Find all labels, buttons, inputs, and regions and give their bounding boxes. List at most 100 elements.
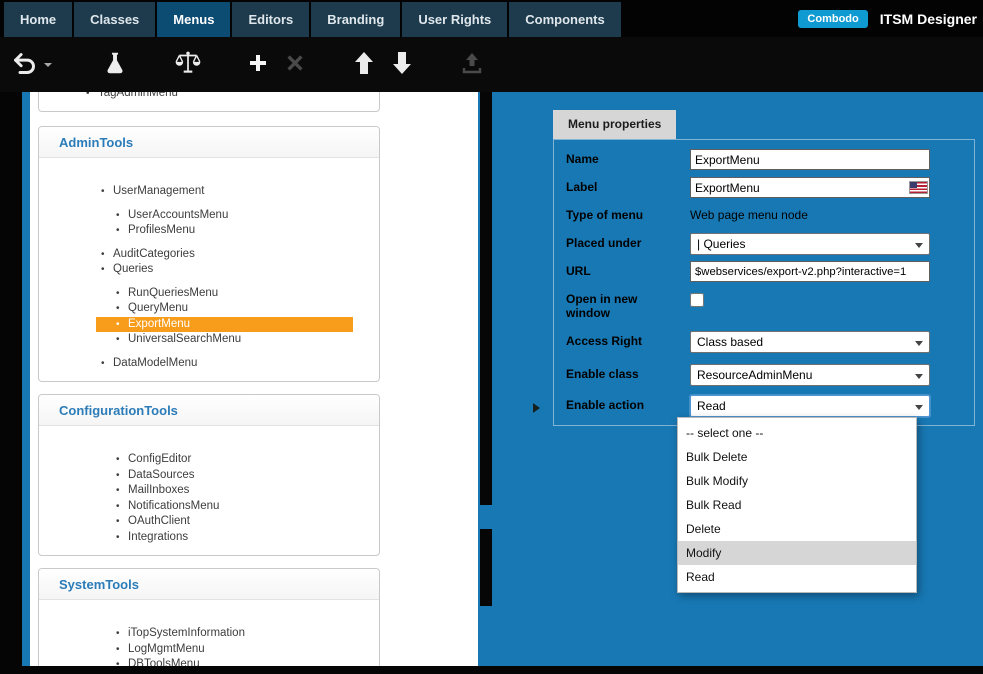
access-right-select[interactable]: Class based: [690, 331, 930, 353]
bullet-icon: •: [116, 530, 128, 546]
tab-editors[interactable]: Editors: [232, 2, 309, 37]
move-down-button[interactable]: [387, 42, 417, 88]
flask-icon: [102, 50, 128, 79]
placed-under-select[interactable]: | Queries: [690, 233, 930, 255]
bullet-icon: •: [116, 452, 128, 468]
tree-item-oauthclient[interactable]: •OAuthClient: [39, 514, 379, 530]
name-input[interactable]: [690, 149, 930, 170]
top-navbar: Home Classes Menus Editors Branding User…: [0, 0, 983, 37]
dropdown-option-bulk-read[interactable]: Bulk Read: [678, 493, 916, 517]
tree-section-partial: • TagAdminMenu: [38, 92, 380, 112]
add-icon: [246, 51, 270, 78]
tab-home[interactable]: Home: [4, 2, 72, 37]
enable-class-select[interactable]: ResourceAdminMenu: [690, 364, 930, 386]
dropdown-option-select-one[interactable]: -- select one --: [678, 421, 916, 445]
tree-item-logmgmtmenu[interactable]: •LogMgmtMenu: [39, 642, 379, 658]
tree-item-configeditor[interactable]: •ConfigEditor: [39, 452, 379, 468]
delete-icon: [284, 52, 306, 77]
scales-icon: [174, 50, 202, 79]
publish-button: [457, 42, 487, 88]
left-edge-strip: [0, 92, 22, 666]
tab-classes[interactable]: Classes: [74, 2, 155, 37]
tree-item-notificationsmenu[interactable]: •NotificationsMenu: [39, 499, 379, 515]
tree-item-usermanagement[interactable]: •UserManagement: [39, 184, 379, 200]
tree-item-auditcategories[interactable]: •AuditCategories: [39, 247, 379, 263]
tree-item-universalsearchmenu[interactable]: •UniversalSearchMenu: [39, 332, 379, 348]
tree-item-runqueriesmenu[interactable]: •RunQueriesMenu: [39, 286, 379, 302]
select-value: ResourceAdminMenu: [697, 368, 812, 382]
chevron-down-icon: [915, 341, 923, 346]
bullet-icon: •: [116, 626, 128, 642]
field-label-enable-class: Enable class: [566, 367, 674, 381]
field-label-access-right: Access Right: [566, 334, 674, 348]
url-input[interactable]: [690, 261, 930, 282]
select-value: Class based: [697, 335, 763, 349]
tab-components[interactable]: Components: [509, 2, 620, 37]
dropdown-option-read[interactable]: Read: [678, 565, 916, 589]
tree-item-label: iTopSystemInformation: [128, 626, 245, 642]
divider-notch: [480, 505, 492, 529]
divider-notch: [480, 606, 492, 666]
field-label-type: Type of menu: [566, 208, 674, 222]
field-label-url: URL: [566, 264, 674, 278]
toolbar: [0, 37, 983, 92]
tab-menus[interactable]: Menus: [157, 2, 230, 37]
select-value: Read: [697, 399, 726, 413]
undo-button[interactable]: [8, 42, 41, 88]
tree-item-itopsysteminformation[interactable]: •iTopSystemInformation: [39, 626, 379, 642]
dropdown-option-modify[interactable]: Modify: [678, 541, 916, 565]
bullet-icon: •: [116, 317, 128, 333]
bottom-edge-strip: [0, 666, 983, 674]
tree-item-label: LogMgmtMenu: [128, 642, 205, 658]
move-up-button[interactable]: [349, 42, 379, 88]
dropdown-option-delete[interactable]: Delete: [678, 517, 916, 541]
collapse-panel-arrow[interactable]: [533, 403, 540, 413]
label-input[interactable]: [690, 177, 930, 198]
tree-item-label: OAuthClient: [128, 514, 190, 530]
panel-divider[interactable]: [480, 92, 492, 666]
dropdown-option-bulk-modify[interactable]: Bulk Modify: [678, 469, 916, 493]
menu-tree-panel[interactable]: • TagAdminMenu AdminTools•UserManagement…: [30, 92, 478, 666]
tree-item-profilesmenu[interactable]: •ProfilesMenu: [39, 223, 379, 239]
tree-item-label: MailInboxes: [128, 483, 189, 499]
tree-item-label: DataModelMenu: [113, 356, 197, 372]
tree-item-exportmenu[interactable]: •ExportMenu: [96, 317, 353, 333]
add-button[interactable]: [243, 42, 273, 88]
field-label-label: Label: [566, 180, 674, 194]
tree-section-admintools: AdminTools•UserManagement•UserAccountsMe…: [38, 126, 380, 382]
tree-item-dbtoolsmenu[interactable]: •DBToolsMenu: [39, 657, 379, 666]
tree-item-mailinboxes[interactable]: •MailInboxes: [39, 483, 379, 499]
tab-user-rights[interactable]: User Rights: [402, 2, 507, 37]
test-button[interactable]: [99, 42, 131, 88]
bullet-icon: •: [116, 468, 128, 484]
open-new-window-checkbox[interactable]: [690, 293, 704, 307]
move-down-icon: [390, 50, 414, 79]
brand-area: Combodo ITSM Designer: [798, 0, 977, 37]
tree-item-label: UserManagement: [113, 184, 204, 200]
tree-item-querymenu[interactable]: •QueryMenu: [39, 301, 379, 317]
tree-item-queries[interactable]: •Queries: [39, 262, 379, 278]
tree-item-label: Queries: [113, 262, 153, 278]
menu-properties-tab[interactable]: Menu properties: [553, 110, 676, 139]
combodo-badge[interactable]: Combodo: [798, 10, 867, 28]
compare-button[interactable]: [171, 42, 205, 88]
undo-menu-button[interactable]: [41, 42, 55, 88]
field-label-new-window: Open in new window: [566, 292, 674, 320]
chevron-down-icon: [915, 243, 923, 248]
bullet-icon: •: [116, 286, 128, 302]
field-label-enable-action: Enable action: [566, 398, 674, 412]
tab-branding[interactable]: Branding: [311, 2, 400, 37]
menu-type-value: Web page menu node: [690, 208, 808, 222]
tree-item-datamodelmenu[interactable]: •DataModelMenu: [39, 356, 379, 372]
tree-item-label: Integrations: [128, 530, 188, 546]
menu-properties-panel: Name Label Type of menu Web page menu no…: [553, 139, 975, 426]
us-flag-icon[interactable]: [910, 182, 927, 193]
dropdown-option-bulk-delete[interactable]: Bulk Delete: [678, 445, 916, 469]
tree-item-integrations[interactable]: •Integrations: [39, 530, 379, 546]
tree-section-systemtools: SystemTools•iTopSystemInformation•LogMgm…: [38, 568, 380, 666]
tree-item-label: ConfigEditor: [128, 452, 191, 468]
enable-action-select[interactable]: Read: [690, 395, 930, 417]
tree-item-useraccountsmenu[interactable]: •UserAccountsMenu: [39, 208, 379, 224]
tree-item-TagAdminMenu[interactable]: • TagAdminMenu: [39, 92, 379, 102]
tree-item-datasources[interactable]: •DataSources: [39, 468, 379, 484]
